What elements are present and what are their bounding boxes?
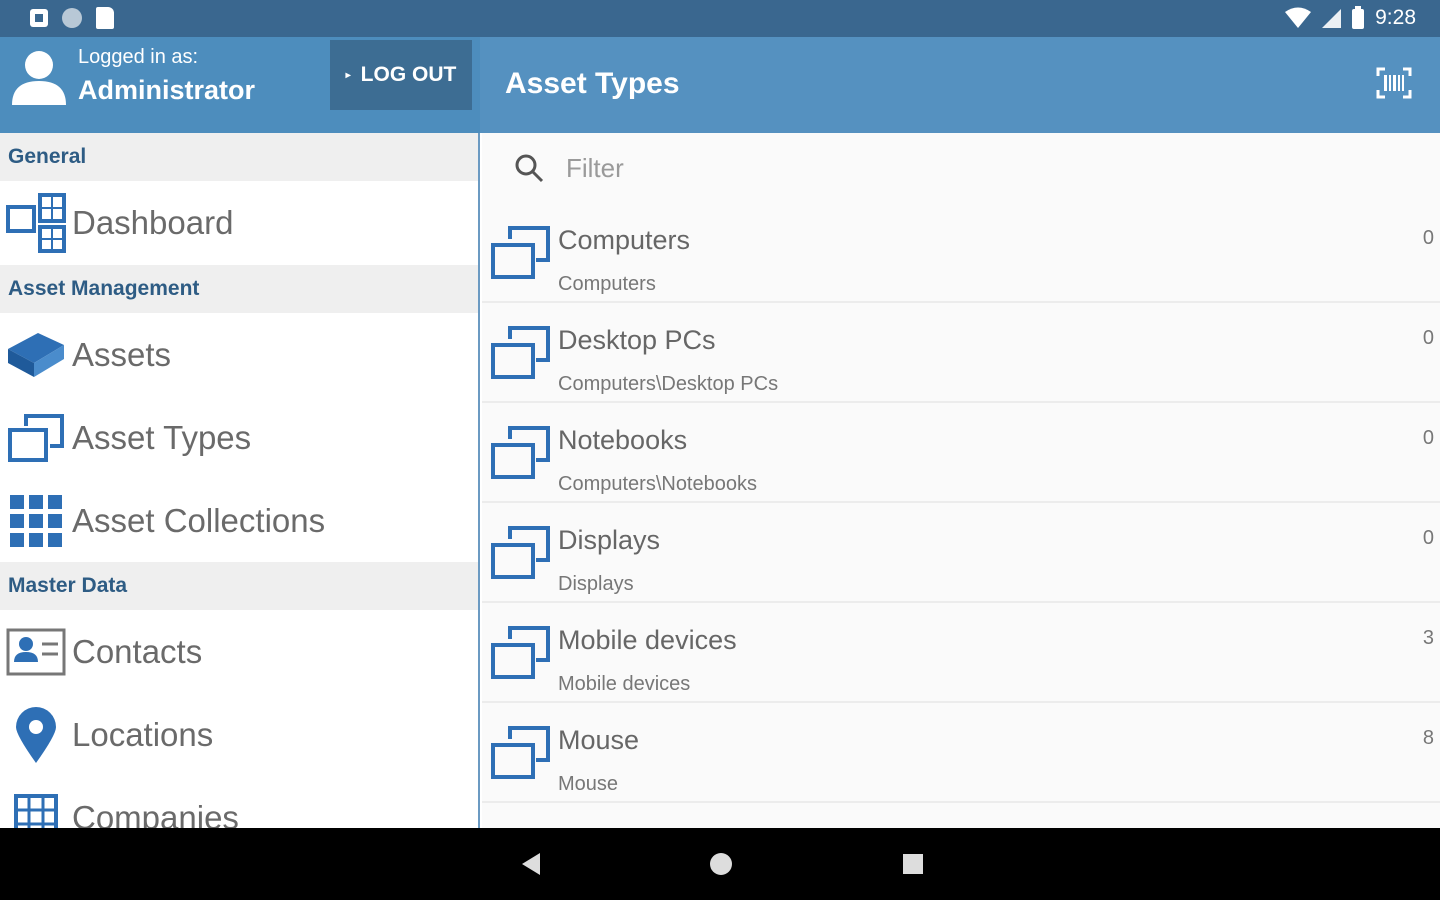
back-icon[interactable] <box>516 850 544 878</box>
sidebar-item-label: Asset Collections <box>72 501 326 539</box>
filter-input[interactable] <box>566 152 1166 184</box>
battery-icon <box>1352 6 1365 29</box>
sidebar-item-locations[interactable]: Locations <box>0 693 478 776</box>
location-pin-icon <box>6 705 66 765</box>
logout-label: LOG OUT <box>360 63 457 86</box>
user-header: Logged in as: Administrator ▸ LOG OUT <box>0 37 480 133</box>
asset-type-name: Displays <box>558 525 661 555</box>
sidebar-item-label: Dashboard <box>72 204 234 241</box>
sidebar-item-dashboard[interactable]: Dashboard <box>0 181 478 265</box>
asset-count: 0 <box>1422 527 1434 549</box>
sidebar-item-assets[interactable]: Assets <box>0 313 478 396</box>
sync-icon <box>62 8 82 28</box>
list-item[interactable]: Desktop PCs Computers\Desktop PCs 0 <box>482 303 1440 403</box>
logout-arrow-icon: ▸ <box>345 69 351 81</box>
logout-button[interactable]: ▸ LOG OUT <box>330 40 472 110</box>
list-item[interactable]: Displays Displays 0 <box>482 503 1440 603</box>
username: Administrator <box>78 75 256 105</box>
sidebar-item-label: Companies <box>72 798 239 829</box>
asset-types-icon <box>491 626 550 679</box>
asset-types-icon <box>491 526 550 579</box>
asset-types-icon <box>491 426 550 479</box>
filter-bar <box>482 133 1440 203</box>
asset-type-path: Mouse <box>558 773 619 795</box>
asset-count: 3 <box>1422 627 1434 649</box>
asset-type-name: Computers <box>558 225 691 255</box>
recent-apps-icon[interactable] <box>899 850 927 878</box>
asset-type-path: Displays <box>558 573 634 595</box>
asset-type-path: Computers\Desktop PCs <box>558 373 779 395</box>
section-asset-management: Asset Management <box>0 265 478 313</box>
asset-count: 8 <box>1422 727 1434 749</box>
logged-in-label: Logged in as: <box>78 46 199 68</box>
asset-type-path: Mobile devices <box>558 673 691 695</box>
status-bar: 9:28 <box>0 0 1440 37</box>
notification-icon <box>30 9 48 27</box>
asset-types-icon <box>491 726 550 779</box>
asset-types-icon <box>491 226 550 279</box>
list-item[interactable]: Mobile devices Mobile devices 3 <box>482 603 1440 703</box>
asset-type-name: Desktop PCs <box>558 325 716 355</box>
sidebar-item-asset-collections[interactable]: Asset Collections <box>0 479 478 562</box>
navigation-drawer: General Dashboard Asset Management Asset… <box>0 133 480 828</box>
clock: 9:28 <box>1375 6 1416 29</box>
asset-types-list: Computers Computers 0 Desktop PCs Computers\… <box>482 133 1440 828</box>
dashboard-icon <box>6 193 66 253</box>
page-title: Asset Types <box>505 67 680 100</box>
sd-card-icon <box>96 7 114 29</box>
list-item[interactable]: Mouse Mouse 8 <box>482 703 1440 803</box>
asset-type-path: Computers\Notebooks <box>558 473 757 495</box>
asset-count: 0 <box>1422 427 1434 449</box>
list-item[interactable]: Notebooks Computers\Notebooks 0 <box>482 403 1440 503</box>
asset-type-name: Mouse <box>558 725 640 755</box>
sidebar-item-companies[interactable]: Companies <box>0 776 478 828</box>
sidebar-item-label: Locations <box>72 715 214 753</box>
app-bar: Asset Types <box>480 37 1440 133</box>
user-avatar-icon <box>12 51 66 105</box>
asset-box-icon <box>6 325 66 385</box>
asset-count: 0 <box>1422 227 1434 249</box>
barcode-scan-icon[interactable] <box>1376 67 1412 99</box>
sidebar-item-contacts[interactable]: Contacts <box>0 610 478 693</box>
sidebar-item-label: Asset Types <box>72 418 252 456</box>
section-master-data: Master Data <box>0 562 478 610</box>
section-general: General <box>0 133 478 181</box>
wifi-icon <box>1285 7 1312 28</box>
asset-count: 0 <box>1422 327 1434 349</box>
search-icon <box>515 154 544 183</box>
rows-container: Computers Computers 0 Desktop PCs Computers\… <box>482 203 1440 803</box>
asset-type-name: Mobile devices <box>558 625 737 655</box>
asset-type-path: Computers <box>558 273 656 295</box>
list-item[interactable]: Computers Computers 0 <box>482 203 1440 303</box>
signal-icon <box>1322 9 1342 28</box>
grid-icon <box>6 491 66 551</box>
building-icon <box>6 788 66 828</box>
asset-type-name: Notebooks <box>558 425 688 455</box>
sidebar-item-label: Contacts <box>72 632 203 670</box>
system-icons: 9:28 <box>1285 6 1416 30</box>
home-icon[interactable] <box>707 850 735 878</box>
contact-card-icon <box>6 622 66 682</box>
sidebar-item-asset-types[interactable]: Asset Types <box>0 396 478 479</box>
asset-types-icon <box>6 408 66 468</box>
sidebar-item-label: Assets <box>72 335 172 373</box>
asset-types-icon <box>491 326 550 379</box>
notification-icons <box>30 7 114 29</box>
system-navigation-bar <box>0 828 1440 900</box>
